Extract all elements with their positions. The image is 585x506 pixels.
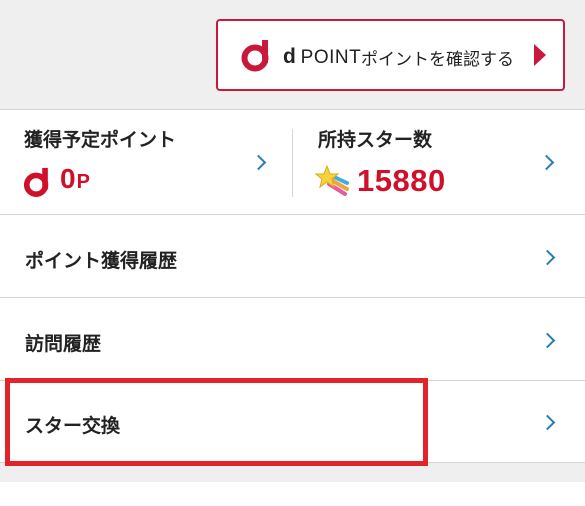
pending-points-title: 獲得予定ポイント [24,129,177,151]
dpoint-brand-text: d POINT [283,45,362,68]
menu-item-point-history[interactable]: ポイント獲得履歴 [0,216,585,298]
pending-points-panel[interactable]: 獲得予定ポイント 0P [0,111,292,214]
stars-panel[interactable]: 所持スター数 15880 [293,111,585,214]
menu-item-visit-history[interactable]: 訪問履歴 [0,299,585,381]
stars-value: 15880 [357,163,446,198]
pending-points-value: 0P [60,163,90,194]
chevron-right-icon [539,414,556,431]
top-bar: d POINT ポイントを確認する [0,0,585,110]
menu-item-star-exchange[interactable]: スター交換 [0,381,585,463]
chevron-right-icon [539,249,556,266]
points-summary: 獲得予定ポイント 0P 所持スター数 15880 [0,111,585,215]
dpoint-logo-icon [241,40,269,72]
menu-item-label: 訪問履歴 [25,333,102,355]
chevron-right-icon [539,332,556,349]
chevron-right-icon [250,154,267,171]
menu-item-label: スター交換 [25,415,121,437]
stars-title: 所持スター数 [318,129,433,151]
dpoint-logo-icon [23,167,49,197]
shooting-star-icon [315,164,349,196]
menu-item-label: ポイント獲得履歴 [25,250,178,272]
check-points-label: ポイントを確認する [361,50,514,70]
chevron-right-icon [538,154,555,171]
check-points-button[interactable]: d POINT ポイントを確認する [216,19,565,91]
arrow-right-icon [534,44,546,66]
section-spacer [0,463,585,482]
